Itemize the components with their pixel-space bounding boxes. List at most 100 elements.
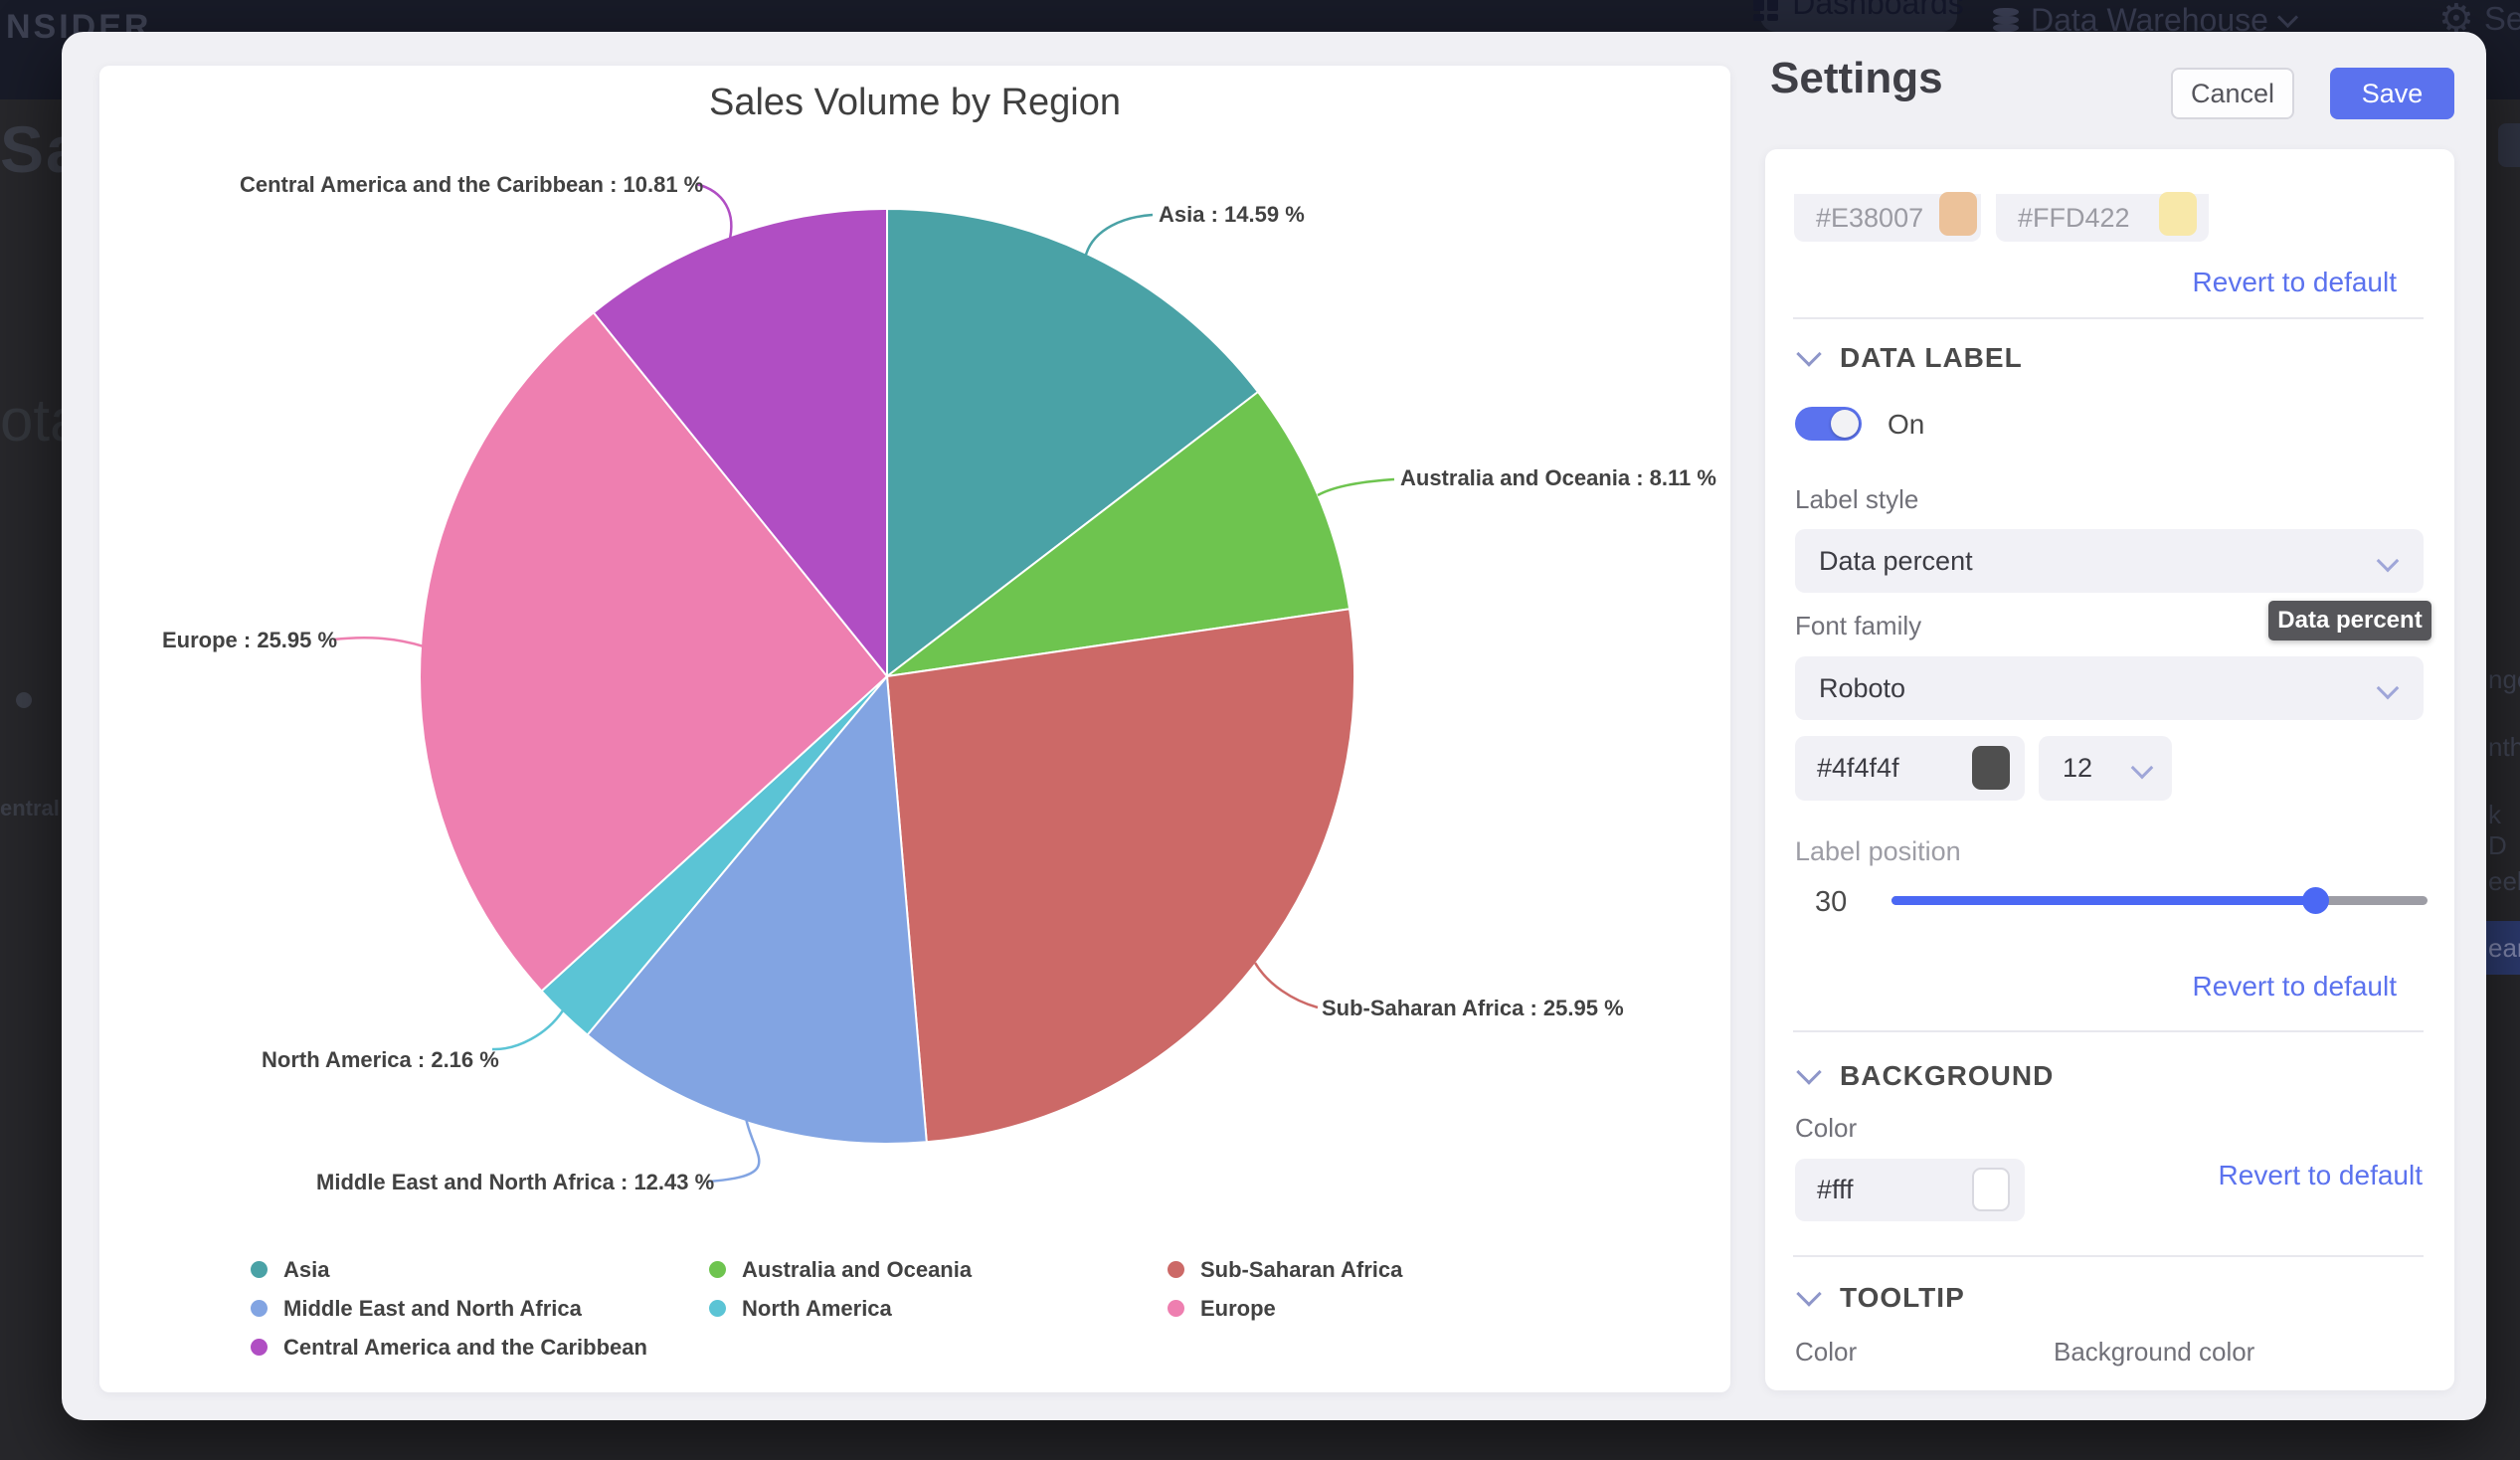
data-label-toggle[interactable]	[1795, 407, 1862, 441]
label-style-select[interactable]: Data percent	[1795, 529, 2424, 593]
slider-thumb[interactable]	[2302, 887, 2329, 914]
section-divider	[1793, 1030, 2424, 1032]
background-menu-item-fragment: nth	[2488, 732, 2520, 763]
background-color-value: #fff	[1817, 1175, 1854, 1205]
series-color1-swatch[interactable]	[1939, 192, 1977, 236]
legend-dot	[251, 1339, 268, 1356]
font-color-swatch[interactable]	[1972, 746, 2010, 790]
slider-fill	[1891, 896, 2315, 905]
label-position-slider[interactable]	[1891, 896, 2428, 905]
legend-label: Asia	[283, 1257, 329, 1283]
label-style-value: Data percent	[1819, 546, 1973, 577]
label-style-tooltip: Data percent	[2268, 601, 2431, 640]
font-family-label: Font family	[1795, 611, 1921, 641]
label-leader-line	[1318, 479, 1394, 495]
label-leader-line	[492, 1010, 563, 1049]
legend-label: Australia and Oceania	[742, 1257, 972, 1283]
pie-label-asia: Asia : 14.59 %	[1159, 202, 1305, 228]
legend-label: Middle East and North Africa	[283, 1296, 582, 1322]
tooltip-color-label: Color	[1795, 1337, 1857, 1368]
legend-item-europe[interactable]: Europe	[1168, 1289, 1665, 1328]
chevron-down-icon	[1796, 1059, 1821, 1084]
toggle-state-label: On	[1888, 409, 1924, 441]
legend-item-asia[interactable]: Asia	[251, 1250, 709, 1289]
dashboards-nav-button[interactable]: Dashboards	[1760, 0, 1957, 32]
settings-panel-title: Settings	[1770, 54, 1943, 103]
label-position-label: Label position	[1795, 836, 1961, 867]
pie-chart-card: Sales Volume by Region Asia : 14.59 %Aus…	[99, 66, 1730, 1392]
font-family-select[interactable]: Roboto	[1795, 656, 2424, 720]
label-leader-line	[1086, 215, 1153, 255]
background-button-fragment	[2498, 123, 2520, 167]
font-size-value: 12	[2063, 753, 2092, 784]
tooltip-section-header[interactable]: TOOLTIP	[1800, 1282, 1965, 1314]
chevron-down-icon	[2377, 677, 2400, 700]
font-size-select[interactable]: 12	[2039, 736, 2172, 801]
series-color2-input[interactable]: #FFD422	[1996, 194, 2209, 242]
chart-legend: Asia Australia and Oceania Sub-Saharan Afr…	[251, 1250, 1665, 1367]
font-color-input[interactable]: #4f4f4f	[1795, 736, 2025, 801]
background-menu-item-selected: ear	[2486, 921, 2520, 975]
chevron-down-icon	[1796, 341, 1821, 366]
database-icon	[1993, 8, 2019, 34]
label-style-label: Label style	[1795, 484, 1918, 515]
settings-scroll-panel[interactable]: #E38007 #FFD422 Revert to default DATA L…	[1765, 149, 2454, 1390]
background-section-header[interactable]: BACKGROUND	[1800, 1060, 2054, 1092]
series-color1-input[interactable]: #E38007	[1794, 194, 1981, 242]
label-leader-line	[708, 1118, 759, 1182]
background-label-fragment: entral	[0, 796, 60, 821]
label-position-value: 30	[1815, 886, 1847, 919]
legend-item-australia-and-oceania[interactable]: Australia and Oceania	[709, 1250, 1168, 1289]
pie-label-australia-and-oceania: Australia and Oceania : 8.11 %	[1400, 465, 1716, 491]
series-color1-value: #E38007	[1816, 203, 1923, 234]
background-color-swatch[interactable]	[1972, 1168, 2010, 1211]
chevron-down-icon	[2131, 757, 2154, 780]
pie-slice-sub-saharan-africa[interactable]	[887, 609, 1354, 1142]
chevron-down-icon	[1796, 1281, 1821, 1306]
save-button[interactable]: Save	[2330, 68, 2454, 119]
legend-label: Central America and the Caribbean	[283, 1335, 647, 1361]
background-menu-item-fragment: k D	[2488, 800, 2520, 861]
data-label-section-header[interactable]: DATA LABEL	[1800, 342, 2023, 374]
background-color-input[interactable]: #fff	[1795, 1159, 2025, 1221]
chevron-down-icon	[2277, 7, 2298, 28]
legend-dot	[251, 1300, 268, 1317]
dashboards-nav-label: Dashboards	[1792, 0, 1964, 22]
revert-background-link[interactable]: Revert to default	[2219, 1160, 2423, 1191]
legend-label: North America	[742, 1296, 892, 1322]
legend-item-middle-east-and-north-africa[interactable]: Middle East and North Africa	[251, 1289, 709, 1328]
font-family-value: Roboto	[1819, 673, 1905, 704]
legend-dot	[1168, 1300, 1184, 1317]
cancel-button[interactable]: Cancel	[2171, 68, 2294, 119]
pie-label-north-america: North America : 2.16 %	[262, 1047, 499, 1073]
revert-data-label-link[interactable]: Revert to default	[2193, 971, 2397, 1003]
pie-label-sub-saharan-africa: Sub-Saharan Africa : 25.95 %	[1322, 996, 1624, 1021]
legend-dot	[251, 1261, 268, 1278]
settings-nav-label: Se	[2484, 0, 2520, 38]
legend-item-sub-saharan-africa[interactable]: Sub-Saharan Africa	[1168, 1250, 1665, 1289]
background-color-label: Color	[1795, 1113, 1857, 1144]
legend-item-central-america-and-the-caribbean[interactable]: Central America and the Caribbean	[251, 1328, 709, 1367]
chart-settings-modal: Sales Volume by Region Asia : 14.59 %Aus…	[62, 32, 2486, 1420]
series-color2-value: #FFD422	[2018, 203, 2130, 234]
pie-label-central-america-and-the-caribbean: Central America and the Caribbean : 10.8…	[240, 172, 703, 198]
background-menu-item-fragment: nge	[2488, 664, 2520, 695]
section-divider	[1793, 317, 2424, 319]
background-bullet-dot	[16, 692, 32, 708]
legend-label: Sub-Saharan Africa	[1200, 1257, 1402, 1283]
toggle-knob	[1831, 410, 1859, 438]
legend-dot	[1168, 1261, 1184, 1278]
legend-label: Europe	[1200, 1296, 1276, 1322]
legend-item-north-america[interactable]: North America	[709, 1289, 1168, 1328]
section-divider	[1793, 1255, 2424, 1257]
tooltip-bg-color-label: Background color	[2054, 1337, 2254, 1368]
font-color-value: #4f4f4f	[1817, 753, 1899, 784]
label-leader-line	[333, 638, 424, 646]
legend-dot	[709, 1300, 726, 1317]
pie-label-middle-east-and-north-africa: Middle East and North Africa : 12.43 %	[316, 1170, 714, 1195]
dashboard-grid-icon	[1753, 0, 1778, 22]
background-menu-item-fragment: eek	[2488, 866, 2520, 897]
revert-series-colors-link[interactable]: Revert to default	[2193, 267, 2397, 298]
label-leader-line	[1255, 963, 1318, 1007]
series-color2-swatch[interactable]	[2159, 192, 2197, 236]
